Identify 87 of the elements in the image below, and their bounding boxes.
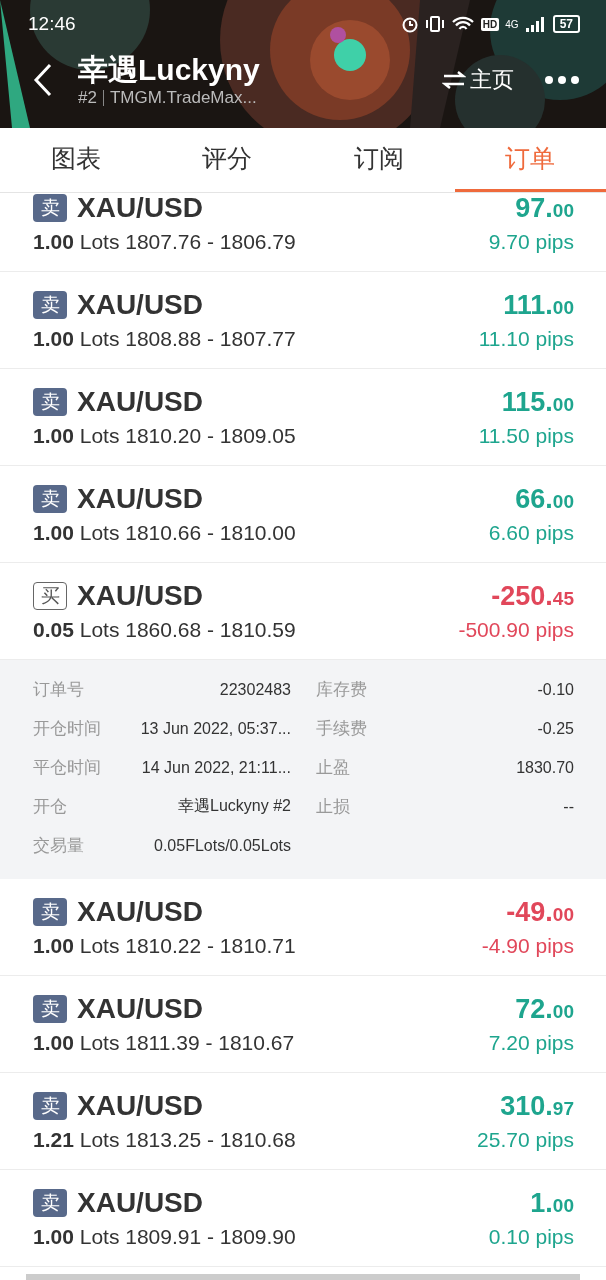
detail-value: 1830.70: [516, 758, 574, 777]
pips: -500.90 pips: [458, 618, 574, 642]
order-row[interactable]: 卖 XAU/USD 115.00 1.00 Lots 1810.20 - 1809.05 11.50 pips: [0, 369, 606, 466]
symbol: XAU/USD: [77, 580, 204, 612]
detail-label: 开仓: [33, 796, 67, 818]
order-row[interactable]: 卖 XAU/USD 66.00 1.00 Lots 1810.66 - 1810.00 6.60 pips: [0, 466, 606, 563]
more-icon[interactable]: [544, 75, 580, 85]
lots-prices: 1.00 Lots 1807.76 - 1806.79: [33, 230, 297, 254]
detail-value: 13 Jun 2022, 05:37...: [140, 719, 291, 738]
tab[interactable]: 订阅: [303, 128, 455, 192]
detail-label: 止盈: [316, 757, 350, 779]
rank-label: #2: [78, 88, 97, 108]
tab[interactable]: 评分: [151, 128, 303, 192]
alarm-icon: [400, 15, 419, 33]
pips: -4.90 pips: [481, 934, 574, 958]
detail-label: 开仓时间: [33, 718, 101, 740]
side-badge: 卖: [33, 194, 67, 222]
profit-amount: 66.00: [515, 483, 574, 515]
side-badge: 卖: [33, 995, 67, 1023]
signal-icon: [524, 15, 547, 33]
lots-prices: 1.00 Lots 1810.66 - 1810.00: [33, 521, 297, 545]
side-badge: 卖: [33, 1189, 67, 1217]
side-badge: 卖: [33, 291, 67, 319]
symbol: XAU/USD: [77, 896, 204, 928]
detail-label: 手续费: [316, 718, 367, 740]
order-row[interactable]: 卖 XAU/USD -49.00 1.00 Lots 1810.22 - 1810.71 -4.90 pips: [0, 879, 606, 976]
detail-value: 幸遇Luckyny #2: [178, 796, 291, 816]
pips: 9.70 pips: [488, 230, 574, 254]
lots-prices: 1.00 Lots 1810.20 - 1809.05: [33, 424, 297, 448]
detail-value: -0.25: [537, 719, 574, 738]
order-row[interactable]: 卖 XAU/USD 111.00 1.00 Lots 1808.88 - 1807.77 11.10 pips: [0, 272, 606, 369]
detail-value: 22302483: [219, 680, 291, 699]
lots-prices: 0.05 Lots 1860.68 - 1810.59: [33, 618, 297, 642]
detail-label: 交易量: [33, 835, 84, 857]
symbol: XAU/USD: [77, 386, 204, 418]
detail-label: 止损: [316, 796, 350, 818]
order-row[interactable]: 卖 XAU/USD 1.00 1.00 Lots 1809.91 - 1809.90 0.10 pips: [0, 1170, 606, 1267]
symbol: XAU/USD: [77, 193, 204, 224]
page-title: 幸遇Luckyny: [78, 52, 261, 88]
vibrate-icon: [424, 15, 445, 33]
order-row[interactable]: 卖 XAU/USD 310.97 1.21 Lots 1813.25 - 1810.68 25.70 pips: [0, 1073, 606, 1170]
profit-amount: 97.00: [515, 193, 574, 224]
profit-amount: 310.97: [500, 1090, 574, 1122]
detail-label: 库存费: [316, 679, 367, 701]
detail-value: -0.10: [537, 680, 574, 699]
side-badge: 买: [33, 582, 67, 610]
profit-amount: 72.00: [515, 993, 574, 1025]
symbol: XAU/USD: [77, 289, 204, 321]
profit-amount: 111.00: [503, 289, 574, 321]
lots-prices: 1.00 Lots 1809.91 - 1809.90: [33, 1225, 297, 1249]
pips: 0.10 pips: [488, 1225, 574, 1249]
lots-prices: 1.21 Lots 1813.25 - 1810.68: [33, 1128, 297, 1152]
detail-label: 平仓时间: [33, 757, 101, 779]
wifi-icon: [450, 15, 475, 33]
lots-prices: 1.00 Lots 1811.39 - 1810.67: [33, 1031, 296, 1055]
order-row[interactable]: 卖 XAU/USD 97.00 1.00 Lots 1807.76 - 1806.79 9.70 pips: [0, 193, 606, 272]
profit-amount: -49.00: [506, 896, 574, 928]
profit-amount: 115.00: [501, 386, 574, 418]
detail-value: 14 Jun 2022, 21:11...: [141, 758, 291, 777]
side-badge: 卖: [33, 388, 67, 416]
pips: 7.20 pips: [488, 1031, 574, 1055]
detail-label: 订单号: [33, 679, 84, 701]
profit-amount: 1.00: [530, 1187, 574, 1219]
clock-time: 12:46: [28, 13, 76, 35]
pips: 11.10 pips: [478, 327, 574, 351]
pips: 25.70 pips: [477, 1128, 574, 1152]
side-badge: 卖: [33, 1092, 67, 1120]
detail-value: 0.05FLots/0.05Lots: [154, 836, 291, 855]
order-row[interactable]: 卖 XAU/USD 72.00 1.00 Lots 1811.39 - 1810.67 7.20 pips: [0, 976, 606, 1073]
home-button[interactable]: 主页: [442, 65, 514, 95]
pips: 6.60 pips: [488, 521, 574, 545]
symbol: XAU/USD: [77, 1187, 204, 1219]
tab[interactable]: 图表: [0, 128, 152, 192]
server-name: TMGM.TradeMax...: [109, 88, 257, 108]
lots-prices: 1.00 Lots 1808.88 - 1807.77: [33, 327, 297, 351]
battery-indicator: 57: [552, 15, 580, 33]
side-badge: 卖: [33, 485, 67, 513]
pips: 11.50 pips: [478, 424, 574, 448]
symbol: XAU/USD: [77, 483, 204, 515]
profit-amount: -250.45: [491, 580, 574, 612]
detail-value: --: [563, 797, 574, 816]
swap-icon: [442, 70, 466, 90]
network-type: 4G: [505, 18, 519, 30]
symbol: XAU/USD: [77, 1090, 204, 1122]
symbol: XAU/USD: [77, 993, 204, 1025]
side-badge: 卖: [33, 898, 67, 926]
lots-prices: 1.00 Lots 1810.22 - 1810.71: [33, 934, 297, 958]
